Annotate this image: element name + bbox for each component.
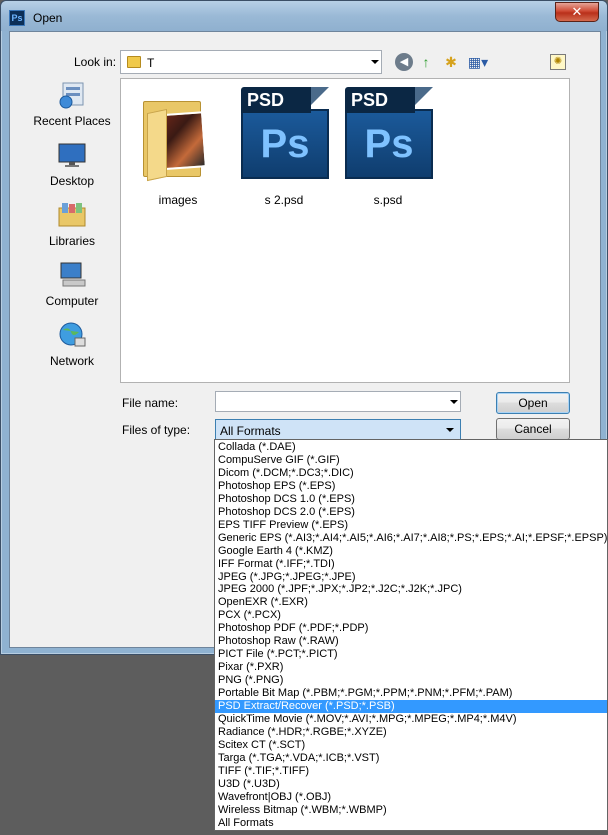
photoshop-file-icon: Ps PSD [241,87,329,185]
place-label: Libraries [48,234,96,248]
cancel-button[interactable]: Cancel [496,418,570,440]
files-of-type-value: All Formats [220,424,281,438]
close-icon: ✕ [571,4,583,19]
format-option[interactable]: EPS TIFF Preview (*.EPS) [215,519,607,532]
chevron-down-icon[interactable] [450,399,458,404]
format-option[interactable]: PNG (*.PNG) [215,674,607,687]
desktop-shortcut-icon[interactable]: ✺ [550,54,566,70]
chevron-down-icon [446,428,454,432]
format-option[interactable]: CompuServe GIF (*.GIF) [215,454,607,467]
format-option[interactable]: TIFF (*.TIF;*.TIFF) [215,765,607,778]
places-bar: Recent Places Desktop Libraries Computer… [27,78,117,378]
folder-icon [127,56,141,68]
format-option[interactable]: Collada (*.DAE) [215,441,607,454]
format-option[interactable]: Google Earth 4 (*.KMZ) [215,545,607,558]
back-icon[interactable]: ◀ [395,53,413,71]
format-option[interactable]: Photoshop Raw (*.RAW) [215,635,607,648]
format-option[interactable]: IFF Format (*.IFF;*.TDI) [215,558,607,571]
network-icon [59,322,86,347]
place-label: Desktop [49,174,95,188]
look-in-dropdown[interactable]: T [120,50,382,74]
file-name: images [158,193,198,207]
views-menu-icon[interactable]: ▦▾ [465,53,491,71]
format-option[interactable]: PICT File (*.PCT;*.PICT) [215,648,607,661]
place-label: Recent Places [33,114,111,128]
place-recent-places[interactable]: Recent Places [27,78,117,136]
file-list-pane[interactable]: images Ps PSD s 2.psd Ps PSD s.psd [120,78,570,383]
files-of-type-dropdown[interactable]: All Formats [215,419,461,440]
format-option[interactable]: Radiance (*.HDR;*.RGBE;*.XYZE) [215,726,607,739]
up-folder-icon[interactable]: ↑ [417,53,435,71]
format-option[interactable]: OpenEXR (*.EXR) [215,596,607,609]
file-name: s.psd [373,193,403,207]
look-in-label: Look in: [74,55,117,69]
file-item-psd[interactable]: Ps PSD s.psd [333,85,443,207]
format-option[interactable]: Photoshop DCS 1.0 (*.EPS) [215,493,607,506]
format-option[interactable]: Targa (*.TGA;*.VDA;*.ICB;*.VST) [215,752,607,765]
format-option[interactable]: Portable Bit Map (*.PBM;*.PGM;*.PPM;*.PN… [215,687,607,700]
new-folder-icon[interactable]: ✱ [442,53,460,71]
file-name-input[interactable] [215,391,461,412]
place-network[interactable]: Network [27,318,117,376]
computer-icon [60,262,86,287]
format-option[interactable]: QuickTime Movie (*.MOV;*.AVI;*.MPG;*.MPE… [215,713,607,726]
desktop-icon [58,143,86,167]
format-option[interactable]: PSD Extract/Recover (*.PSD;*.PSB) [215,700,607,713]
format-option[interactable]: JPEG 2000 (*.JPF;*.JPX;*.JP2;*.J2C;*.J2K… [215,583,607,596]
format-option[interactable]: Scitex CT (*.SCT) [215,739,607,752]
look-in-value: T [147,56,155,70]
title-bar[interactable]: Ps Open ✕ [1,1,607,31]
files-of-type-label: Files of type: [122,423,191,437]
open-button[interactable]: Open [496,392,570,414]
photoshop-app-icon: Ps [9,10,25,26]
place-label: Computer [45,294,99,308]
format-option[interactable]: PCX (*.PCX) [215,609,607,622]
place-label: Network [49,354,94,368]
photoshop-file-icon: Ps PSD [345,87,433,185]
chevron-down-icon [371,60,379,64]
format-option[interactable]: All Formats [215,817,607,830]
place-desktop[interactable]: Desktop [27,138,117,196]
file-format-list[interactable]: Collada (*.DAE) CompuServe GIF (*.GIF) Dic… [214,439,608,831]
format-option[interactable]: U3D (*.U3D) [215,778,607,791]
file-name-label: File name: [122,396,179,410]
file-item-folder[interactable]: images [123,85,233,207]
format-option[interactable]: Photoshop PDF (*.PDF;*.PDP) [215,622,607,635]
format-option[interactable]: JPEG (*.JPG;*.JPEG;*.JPE) [215,571,607,584]
folder-icon [143,101,215,182]
format-option[interactable]: Wavefront|OBJ (*.OBJ) [215,791,607,804]
libraries-icon [58,203,86,227]
format-option[interactable]: Wireless Bitmap (*.WBM;*.WBMP) [215,804,607,817]
place-libraries[interactable]: Libraries [27,198,117,256]
close-button[interactable]: ✕ [555,2,599,22]
format-option[interactable]: Photoshop EPS (*.EPS) [215,480,607,493]
file-item-psd[interactable]: Ps PSD s 2.psd [229,85,339,207]
format-option[interactable]: Dicom (*.DCM;*.DC3;*.DIC) [215,467,607,480]
format-option[interactable]: Photoshop DCS 2.0 (*.EPS) [215,506,607,519]
format-option[interactable]: Pixar (*.PXR) [215,661,607,674]
format-option[interactable]: Generic EPS (*.AI3;*.AI4;*.AI5;*.AI6;*.A… [215,532,607,545]
file-name: s 2.psd [264,193,304,207]
window-title: Open [33,11,63,25]
recent-places-icon [59,82,84,109]
place-computer[interactable]: Computer [27,258,117,316]
